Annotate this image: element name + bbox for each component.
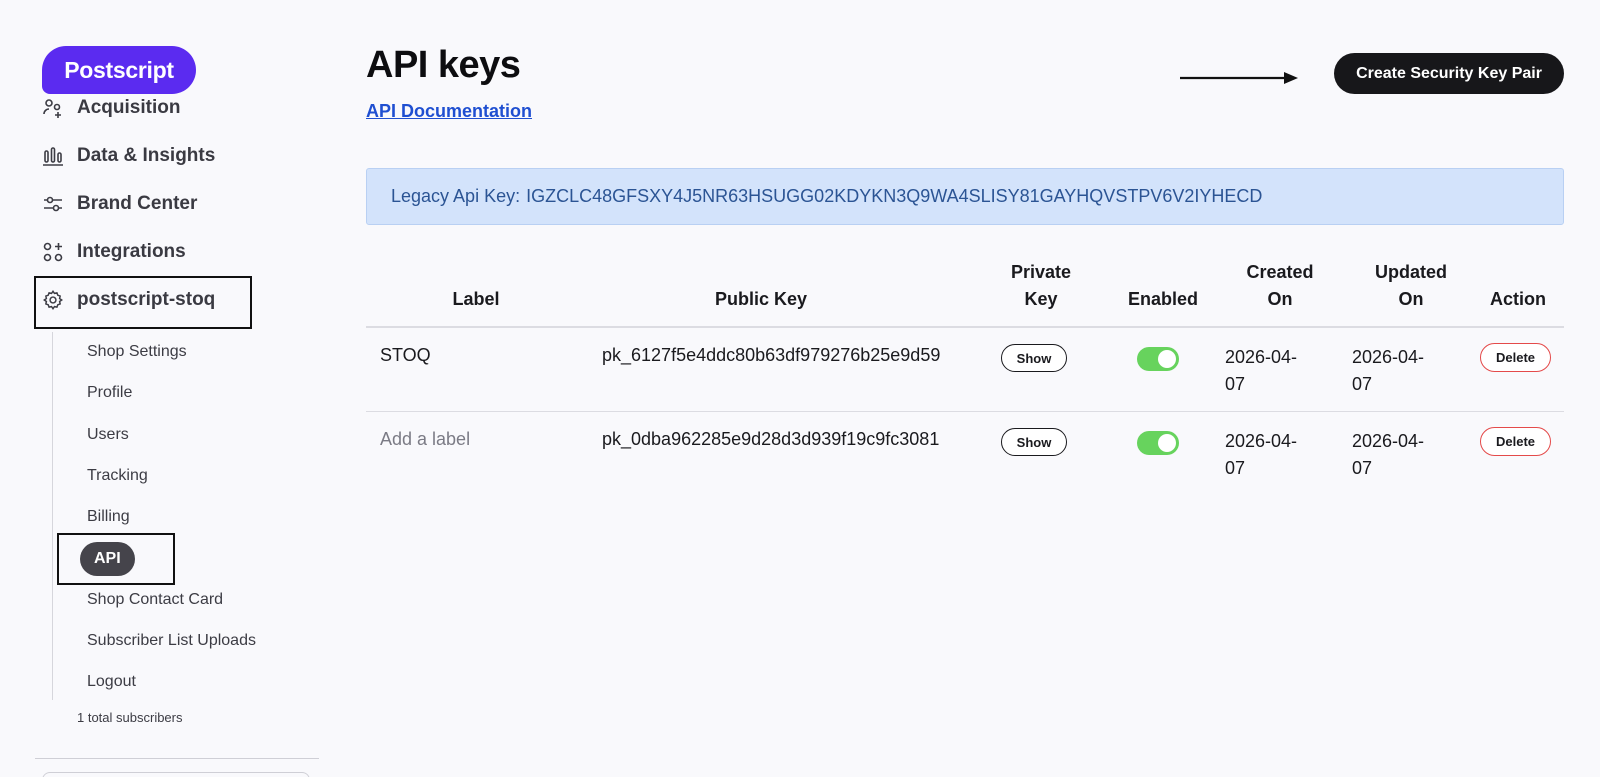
header-action: Action [1490,289,1546,309]
row2-created-line1: 2026-04- [1225,431,1298,451]
row1-public-key: pk_6127f5e4ddc80b63df979276b25e9d59 [602,345,941,365]
toggle-knob [1158,434,1176,452]
row1-created-on: 2026-04- 07 [1225,344,1325,398]
nav-label: postscript-stoq [77,289,216,310]
header-private-key-line2: Key [1024,289,1058,309]
header-public-key: Public Key [714,289,808,309]
row2-updated-on: 2026-04- 07 [1352,428,1452,482]
row1-delete-button[interactable]: Delete [1480,343,1551,372]
nav-label: Integrations [77,241,186,262]
sidebar-bottom-card [42,772,310,777]
row2-updated-line1: 2026-04- [1352,431,1425,451]
row2-created-on: 2026-04- 07 [1225,428,1325,482]
header-private-key: Private Key [996,259,1086,313]
sidebar: Postscript Acquisition Data & Insights B… [0,0,330,777]
row2-show-private-key-button[interactable]: Show [1001,428,1067,456]
gear-icon [42,289,64,311]
sidebar-item-billing[interactable]: Billing [87,506,130,528]
row2-updated-line2: 07 [1352,458,1373,478]
sidebar-item-profile[interactable]: Profile [87,382,132,404]
row2-label-placeholder[interactable]: Add a label [380,429,470,450]
row1-enabled-toggle[interactable] [1137,347,1179,371]
api-documentation-link[interactable]: API Documentation [366,101,532,122]
row1-updated-line1: 2026-04- [1352,347,1425,367]
bar-chart-icon [42,145,64,167]
header-created-line1: Created [1246,262,1314,282]
sidebar-item-shop-contact-card[interactable]: Shop Contact Card [87,589,223,611]
nav-label: Data & Insights [77,145,216,166]
legacy-api-key-banner: Legacy Api Key: IGZCLC48GFSXY4J5NR63HSUG… [366,168,1564,225]
nav-item-brand-center[interactable]: Brand Center [42,190,197,218]
row2-delete-button[interactable]: Delete [1480,427,1551,456]
nav-item-acquisition[interactable]: Acquisition [42,94,180,122]
sidebar-item-logout[interactable]: Logout [87,671,136,693]
header-divider [366,326,1564,328]
nav-label: Brand Center [77,193,198,214]
sidebar-item-tracking[interactable]: Tracking [87,465,148,487]
nav-item-shop[interactable]: postscript-stoq [42,286,215,314]
row1-created-line2: 07 [1225,374,1246,394]
row1-updated-on: 2026-04- 07 [1352,344,1452,398]
row2-enabled-toggle[interactable] [1137,431,1179,455]
sidebar-item-users[interactable]: Users [87,424,129,446]
integrations-icon [42,241,64,263]
sidebar-divider [35,758,319,759]
sidebar-item-api[interactable]: API [80,542,135,576]
row1-label[interactable]: STOQ [380,345,431,366]
annotation-arrow [1180,72,1298,84]
header-updated-on: Updated On [1356,259,1466,313]
header-updated-line2: On [1398,289,1424,309]
row1-show-private-key-button[interactable]: Show [1001,344,1067,372]
header-enabled: Enabled [1127,289,1198,309]
header-created-line2: On [1267,289,1293,309]
legacy-api-key-value[interactable]: IGZCLC48GFSXY4J5NR63HSUGG02KDYKN3Q9WA4SL… [526,186,1262,207]
nav-item-integrations[interactable]: Integrations [42,238,186,266]
sliders-icon [42,193,64,215]
nav-label: Acquisition [77,97,181,118]
toggle-knob [1158,350,1176,368]
nav-item-data-insights[interactable]: Data & Insights [42,142,215,170]
create-security-key-pair-button[interactable]: Create Security Key Pair [1334,53,1564,94]
submenu-rail [52,332,53,700]
postscript-logo[interactable]: Postscript [42,46,196,94]
row1-updated-line2: 07 [1352,374,1373,394]
header-created-on: Created On [1230,259,1330,313]
legacy-api-key-label: Legacy Api Key: [391,186,521,206]
acquisition-icon [42,97,64,119]
header-label: Label [452,289,500,309]
subscriber-count: 1 total subscribers [77,710,183,725]
header-private-key-line1: Private [1010,262,1072,282]
row2-public-key: pk_0dba962285e9d28d3d939f19c9fc3081 [602,429,940,449]
page-title: API keys [366,44,521,86]
row2-created-line2: 07 [1225,458,1246,478]
row1-created-line1: 2026-04- [1225,347,1298,367]
sidebar-item-shop-settings[interactable]: Shop Settings [87,341,187,363]
sidebar-item-subscriber-list-uploads[interactable]: Subscriber List Uploads [87,630,256,652]
row-divider [366,411,1564,412]
header-updated-line1: Updated [1375,262,1447,282]
